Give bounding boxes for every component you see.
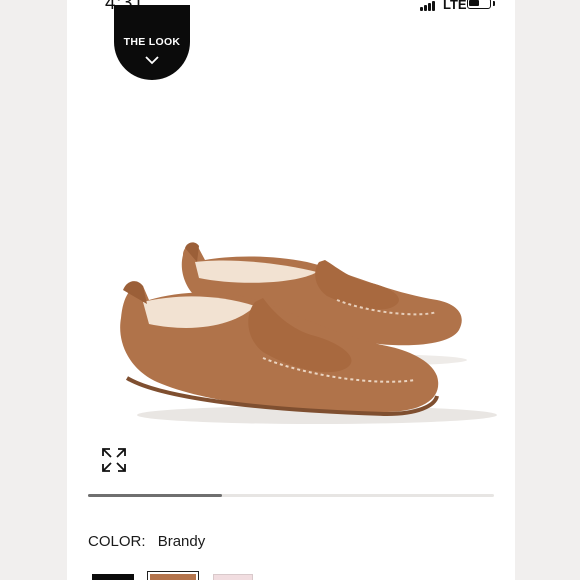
expand-arrows-icon[interactable] — [101, 447, 127, 473]
color-swatch-pink[interactable] — [213, 574, 253, 580]
the-look-label: THE LOOK — [123, 36, 181, 48]
color-label: COLOR: — [88, 533, 146, 550]
color-swatch-brandy[interactable] — [147, 571, 199, 580]
phone-screen: 4:31 LTE THE LOOK — [67, 0, 515, 580]
the-look-button[interactable]: THE LOOK — [114, 5, 190, 80]
network-type: LTE — [443, 0, 467, 12]
loafer-photo[interactable] — [87, 200, 507, 450]
battery-icon — [467, 0, 491, 9]
color-swatch-black[interactable] — [92, 574, 134, 580]
selected-color-value: Brandy — [157, 533, 206, 550]
signal-bars-icon — [420, 1, 438, 11]
image-carousel-scrollbar[interactable] — [88, 494, 494, 497]
color-selector: COLOR: Brandy — [88, 533, 205, 550]
chevron-down-icon — [145, 56, 159, 65]
battery-cap — [493, 1, 495, 6]
carousel-progress-thumb[interactable] — [88, 494, 222, 497]
